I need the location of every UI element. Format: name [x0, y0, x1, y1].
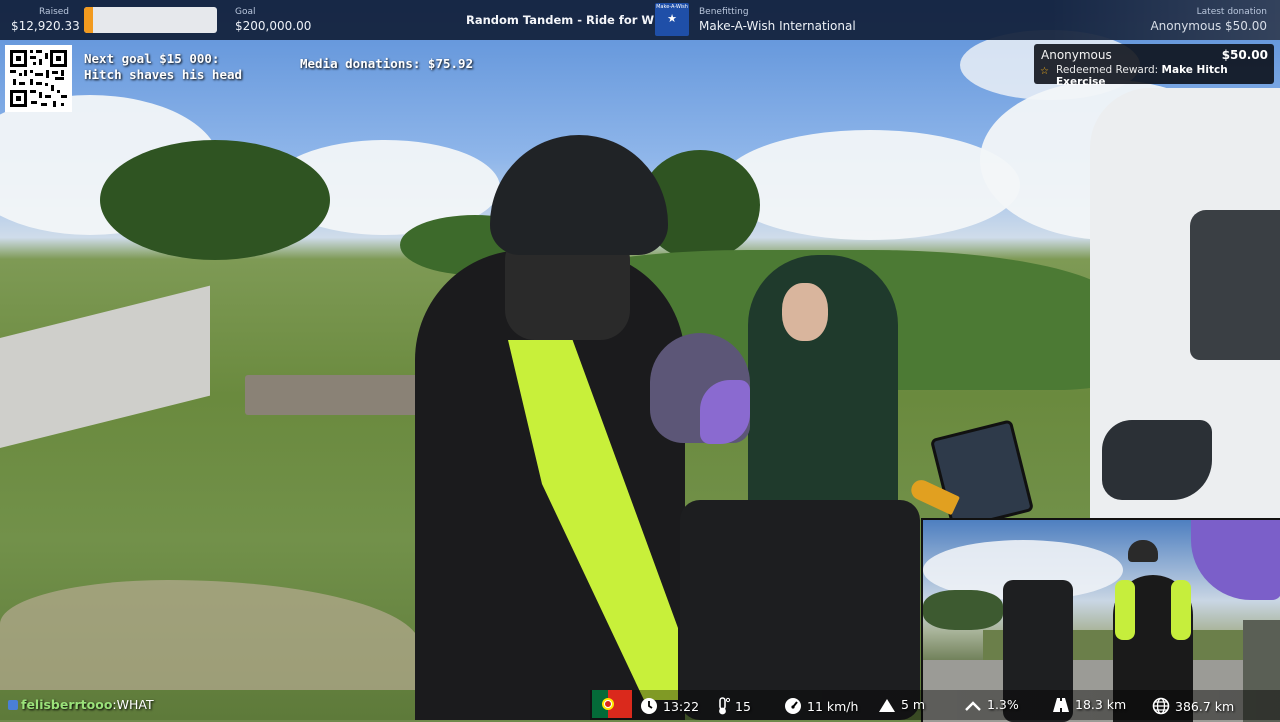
next-goal-text: Next goal $15 000: Hitch shaves his head	[84, 51, 243, 82]
speed-value: 11 km/h	[807, 699, 859, 714]
thermometer-icon	[719, 697, 731, 715]
alert-reward-line: Redeemed Reward: Make Hitch Exercise	[1056, 64, 1274, 88]
benefitting-label: Benefitting	[699, 7, 749, 17]
total-distance-stat: 386.7 km	[1152, 697, 1234, 715]
latest-donation-value: Anonymous $50.00	[1150, 19, 1267, 33]
trip-distance-stat: 18.3 km	[1052, 697, 1126, 713]
gravel-path	[0, 580, 420, 690]
beneficiary-name: Make-A-Wish International	[699, 19, 856, 33]
chat-text: WHAT	[116, 697, 154, 712]
tree	[100, 140, 330, 260]
bike-phone-mount	[929, 419, 1035, 531]
helmet	[1128, 540, 1158, 562]
raised-label: Raised	[39, 7, 70, 17]
tree	[923, 590, 1003, 630]
road-icon	[1053, 698, 1069, 712]
alert-donor-name: Anonymous	[1041, 48, 1112, 62]
star-icon: ★	[667, 12, 677, 25]
elevation-stat: 5 m	[878, 697, 925, 713]
globe-icon	[1152, 697, 1170, 715]
raised-value: $12,920.33	[11, 19, 80, 33]
drain-cover	[245, 375, 425, 415]
jacket-stripe	[1171, 580, 1191, 640]
chat-message: felisberrtooo:WHAT	[8, 697, 154, 712]
progress-fill	[84, 7, 93, 33]
speedometer-icon	[785, 698, 801, 714]
clock-icon	[641, 698, 657, 714]
donation-alert: Anonymous $50.00 ☆ Redeemed Reward: Make…	[1034, 44, 1274, 88]
cloud	[720, 130, 1020, 240]
portugal-flag-icon	[592, 690, 632, 718]
mountain-icon	[879, 699, 895, 712]
fundraising-progress-bar	[84, 7, 217, 33]
total-distance-value: 386.7 km	[1175, 699, 1235, 714]
qr-code-icon	[9, 49, 68, 108]
star-icon: ☆	[1040, 66, 1049, 77]
alert-amount: $50.00	[1221, 48, 1268, 62]
black-helmet	[490, 135, 668, 255]
clock-stat: 13:22	[640, 697, 699, 715]
elevation-value: 5 m	[901, 697, 926, 712]
temperature-stat: 15	[716, 697, 751, 715]
bicycle	[680, 500, 920, 720]
grade-value: 1.3%	[987, 697, 1019, 712]
temperature-value: 15	[735, 699, 751, 714]
grade-stat: 1.3%	[964, 697, 1019, 713]
person-face	[782, 283, 828, 341]
road	[0, 285, 210, 448]
media-donations-total: Media donations: $75.92	[300, 56, 474, 71]
van-window	[1190, 210, 1280, 360]
incline-icon	[965, 701, 981, 711]
logo-text: Make-A-Wish	[656, 4, 688, 10]
donation-qr-code[interactable]	[5, 45, 72, 112]
chat-badge-icon	[8, 700, 18, 710]
purple-helmet	[1191, 520, 1280, 600]
donation-topbar: Raised $12,920.33 Goal $200,000.00 Rando…	[0, 0, 1280, 40]
jacket-stripe	[1115, 580, 1135, 640]
goal-value: $200,000.00	[235, 19, 312, 33]
latest-donation-label: Latest donation	[1196, 7, 1267, 17]
trip-distance-value: 18.3 km	[1075, 697, 1127, 712]
chat-username: felisberrtooo	[21, 697, 113, 712]
speed-stat: 11 km/h	[784, 697, 858, 715]
make-a-wish-logo: Make-A-Wish ★	[655, 3, 689, 36]
van-headlight	[1102, 420, 1212, 500]
reward-prefix: Redeemed Reward:	[1056, 64, 1159, 76]
goal-label: Goal	[235, 7, 256, 17]
time-value: 13:22	[663, 699, 700, 714]
